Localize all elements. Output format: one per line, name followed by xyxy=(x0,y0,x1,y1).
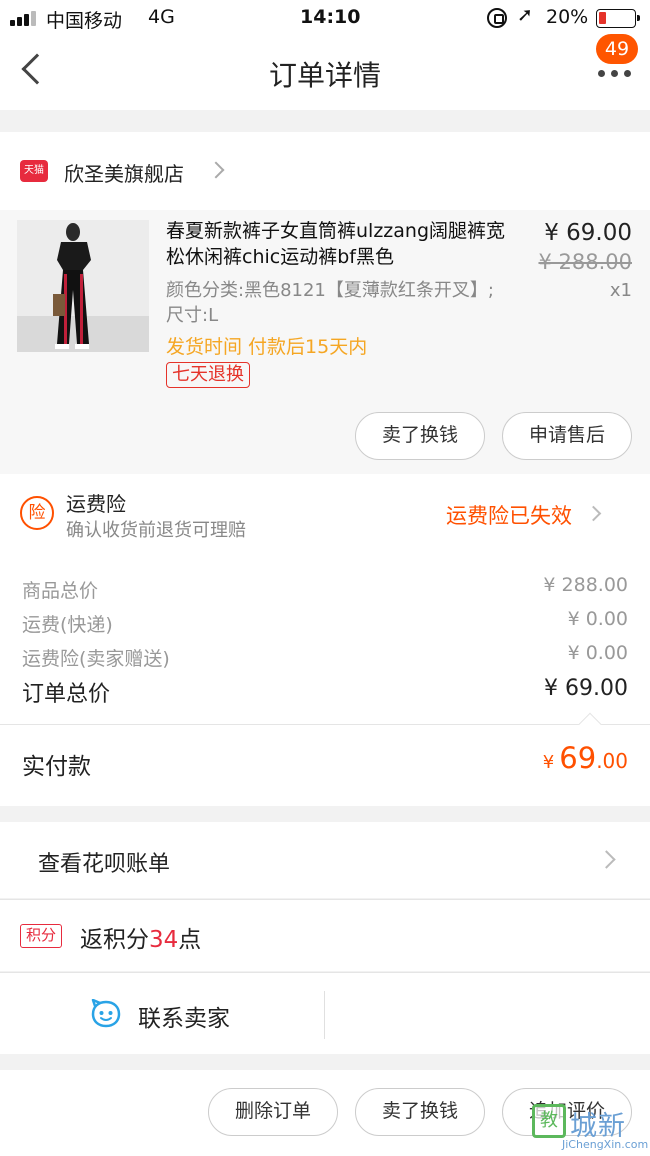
battery-icon xyxy=(596,9,640,28)
more-icon[interactable] xyxy=(598,70,632,78)
product-card[interactable]: 春夏新款裤子女直筒裤ulzzang阔腿裤宽松休闲裤chic运动裤bf黑色 ¥ 6… xyxy=(0,210,650,474)
points-prefix: 返积分 xyxy=(80,927,149,953)
shipping-insurance-row[interactable]: 险 运费险 确认收货前退货可理赔 运费险已失效 xyxy=(0,474,650,552)
huabei-bill-row[interactable]: 查看花呗账单 xyxy=(0,822,650,898)
clock: 14:10 xyxy=(300,6,361,28)
rotation-lock-icon xyxy=(487,8,507,28)
price-summary: 商品总价 ¥ 288.00 运费(快递) ¥ 0.00 运费险(卖家赠送) ¥ … xyxy=(0,552,650,724)
product-thumbnail[interactable] xyxy=(17,220,149,352)
watermark-url: JiChengXin.com xyxy=(562,1138,649,1151)
insurance-status[interactable]: 运费险已失效 xyxy=(446,500,572,530)
insurance-fee-value: ¥ 0.00 xyxy=(567,642,628,664)
tmall-icon: 天猫 xyxy=(20,160,48,182)
shop-row[interactable]: 天猫 欣圣美旗舰店 xyxy=(0,132,650,210)
divider xyxy=(324,991,325,1039)
watermark: 教 城新 JiChengXin.com xyxy=(532,1104,648,1154)
product-quantity: x1 xyxy=(609,280,632,301)
page-title: 订单详情 xyxy=(268,59,381,92)
amount-paid-row: 实付款 ¥ 69.00 xyxy=(0,712,650,806)
status-bar: 中国移动 4G 14:10 ➚ 20% xyxy=(0,0,650,36)
signal-icon xyxy=(10,10,38,26)
points-row: 积分 返积分34点 xyxy=(0,899,650,971)
product-price: ¥ 69.00 xyxy=(544,220,632,246)
nav-bar: 订单详情 49 xyxy=(0,34,650,110)
points-text: 返积分34点 xyxy=(80,920,201,954)
amount-paid-label: 实付款 xyxy=(22,754,91,780)
paid-currency: ¥ xyxy=(542,752,555,773)
shipping-time: 发货时间 付款后15天内 xyxy=(166,336,368,358)
network-type: 4G xyxy=(148,6,175,28)
insurance-subtitle: 确认收货前退货可理赔 xyxy=(66,520,246,541)
paid-decimal: .00 xyxy=(596,749,628,773)
contact-row: 联系卖家 xyxy=(0,972,650,1054)
subtotal-label: 商品总价 xyxy=(22,580,99,602)
huabei-bill-label[interactable]: 查看花呗账单 xyxy=(38,846,170,878)
carrier-name: 中国移动 xyxy=(46,10,123,32)
shop-name[interactable]: 欣圣美旗舰店 xyxy=(64,158,184,187)
paid-integer: 69 xyxy=(559,741,597,775)
shipping-fee-label: 运费(快递) xyxy=(22,614,113,636)
location-icon: ➚ xyxy=(517,4,533,26)
notification-badge[interactable]: 49 xyxy=(596,34,638,64)
insurance-title: 运费险 xyxy=(66,492,126,516)
delete-order-button[interactable]: 删除订单 xyxy=(208,1088,338,1136)
points-suffix: 点 xyxy=(178,927,202,953)
contact-seller-button[interactable]: 联系卖家 xyxy=(138,999,230,1033)
product-title[interactable]: 春夏新款裤子女直筒裤ulzzang阔腿裤宽松休闲裤chic运动裤bf黑色 xyxy=(166,218,522,270)
points-amount: 34 xyxy=(149,927,179,953)
subtotal-value: ¥ 288.00 xyxy=(543,574,628,596)
amount-paid-value: ¥ 69.00 xyxy=(543,741,628,775)
sell-for-cash-button[interactable]: 卖了换钱 xyxy=(355,412,485,460)
order-total-label: 订单总价 xyxy=(22,682,111,707)
apply-after-sales-button[interactable]: 申请售后 xyxy=(502,412,632,460)
chevron-right-icon xyxy=(207,161,225,179)
insurance-fee-label: 运费险(卖家赠送) xyxy=(22,648,170,670)
insurance-icon: 险 xyxy=(20,496,54,530)
shipping-fee-value: ¥ 0.00 xyxy=(567,608,628,630)
points-badge: 积分 xyxy=(20,924,62,948)
chevron-right-icon xyxy=(585,505,602,522)
product-sku: 颜色分类:黑色8121【夏薄款红条开叉】;尺寸:L xyxy=(166,280,494,326)
return-policy-tag: 七天退换 xyxy=(166,362,250,388)
chat-icon[interactable] xyxy=(90,998,122,1029)
watermark-icon: 教 xyxy=(532,1104,566,1138)
sell-for-cash-button[interactable]: 卖了换钱 xyxy=(355,1088,485,1136)
order-total-value: ¥ 69.00 xyxy=(544,676,628,701)
chevron-right-icon xyxy=(597,850,616,869)
battery-percent: 20% xyxy=(546,6,589,28)
product-original-price: ¥ 288.00 xyxy=(538,250,632,274)
